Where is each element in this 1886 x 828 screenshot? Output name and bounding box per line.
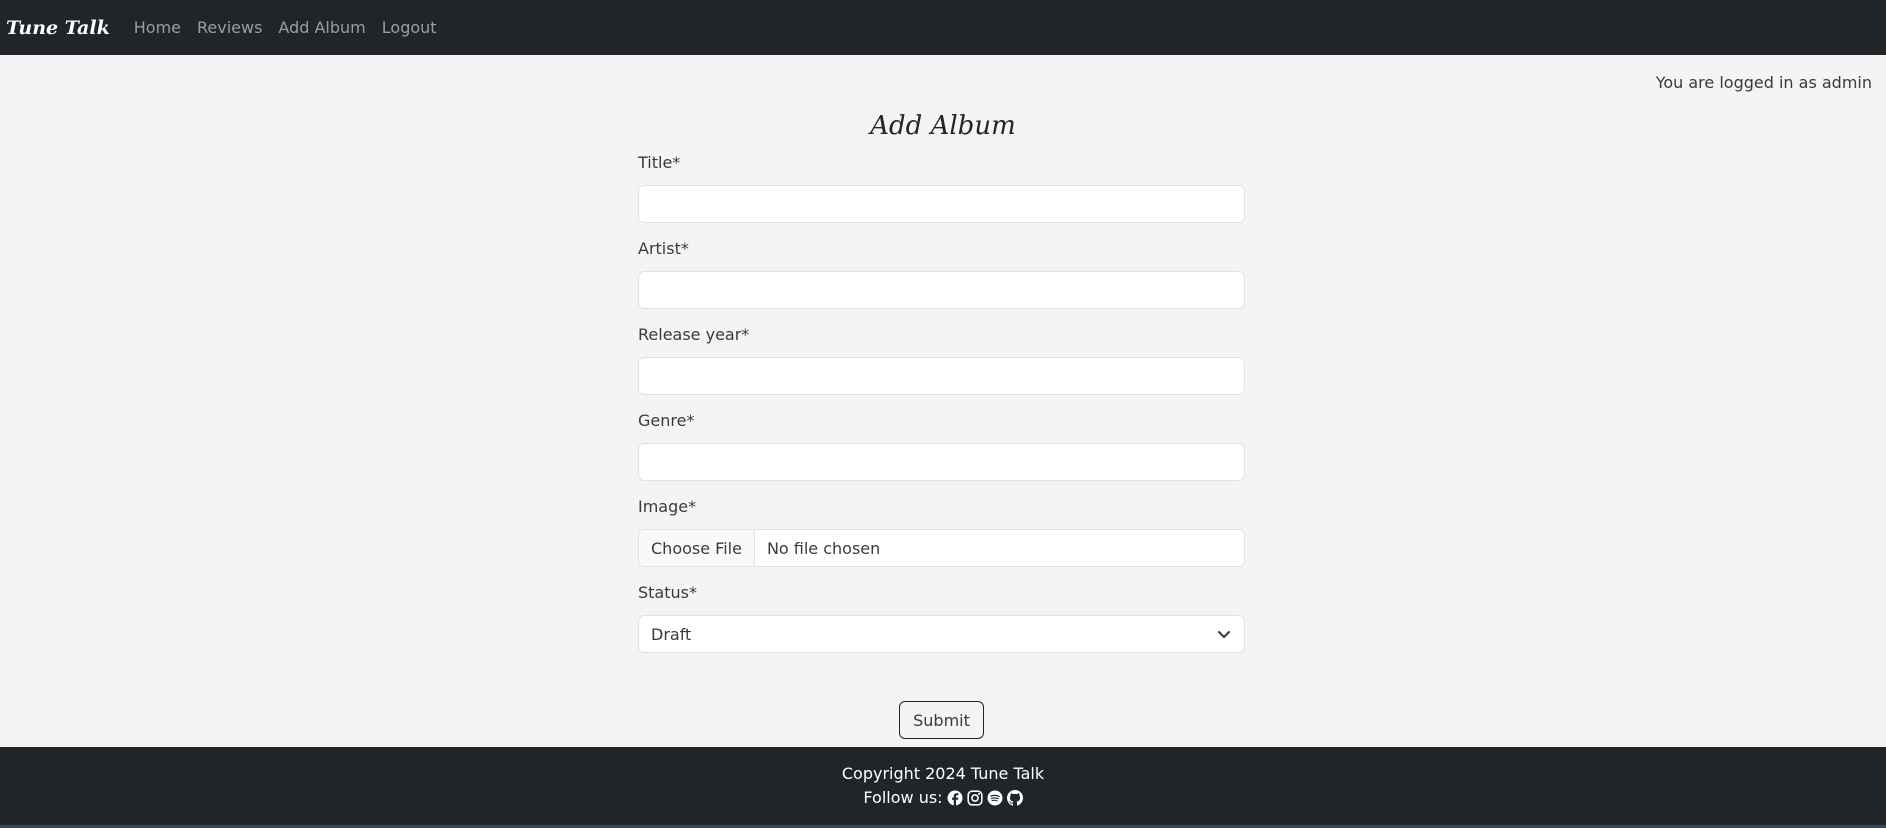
nav-link-add-album[interactable]: Add Album — [278, 18, 365, 37]
status-select[interactable]: Draft — [638, 615, 1245, 653]
copyright-text: Copyright 2024 Tune Talk — [841, 764, 1045, 783]
navbar: Tune Talk Home Reviews Add Album Logout — [0, 0, 1886, 55]
nav-link-reviews[interactable]: Reviews — [197, 18, 262, 37]
page-title: Add Album — [870, 111, 1016, 141]
submit-button[interactable]: Submit — [899, 701, 984, 739]
status-label: Status* — [638, 583, 697, 602]
nav-link-logout[interactable]: Logout — [382, 18, 437, 37]
status-field-group: Status* Draft — [638, 582, 1245, 668]
title-input[interactable] — [638, 185, 1245, 223]
image-label: Image* — [638, 497, 697, 516]
facebook-icon[interactable] — [947, 790, 963, 806]
title-field-group: Title* — [638, 152, 1245, 238]
follow-us: Follow us: — [0, 788, 1886, 807]
release-year-label: Release year* — [638, 325, 750, 344]
artist-field-group: Artist* — [638, 238, 1245, 324]
footer: Copyright 2024 Tune Talk Follow us: — [0, 747, 1886, 828]
chevron-down-icon — [1218, 631, 1230, 638]
status-selected-value: Draft — [651, 624, 692, 644]
release-year-field-group: Release year* — [638, 324, 1245, 410]
artist-input[interactable] — [638, 271, 1245, 309]
genre-label: Genre* — [638, 411, 695, 430]
file-status-text: No file chosen — [766, 538, 881, 558]
genre-field-group: Genre* — [638, 410, 1245, 496]
brand-logo[interactable]: Tune Talk — [6, 17, 110, 39]
github-icon[interactable] — [1006, 789, 1023, 806]
follow-us-label: Follow us: — [863, 788, 943, 807]
image-field-group: Image* Choose File No file chosen — [638, 496, 1245, 582]
title-label: Title* — [638, 153, 681, 172]
spotify-icon[interactable] — [987, 790, 1003, 806]
image-file-input[interactable]: Choose File No file chosen — [638, 529, 1245, 567]
nav-link-home[interactable]: Home — [134, 18, 181, 37]
choose-file-button[interactable]: Choose File — [639, 530, 755, 566]
genre-input[interactable] — [638, 443, 1245, 481]
release-year-input[interactable] — [638, 357, 1245, 395]
instagram-icon[interactable] — [966, 789, 983, 806]
add-album-form: Title* Artist* Release year* Genre* Imag… — [638, 152, 1245, 668]
login-status: You are logged in as admin — [1655, 73, 1872, 92]
artist-label: Artist* — [638, 239, 689, 258]
